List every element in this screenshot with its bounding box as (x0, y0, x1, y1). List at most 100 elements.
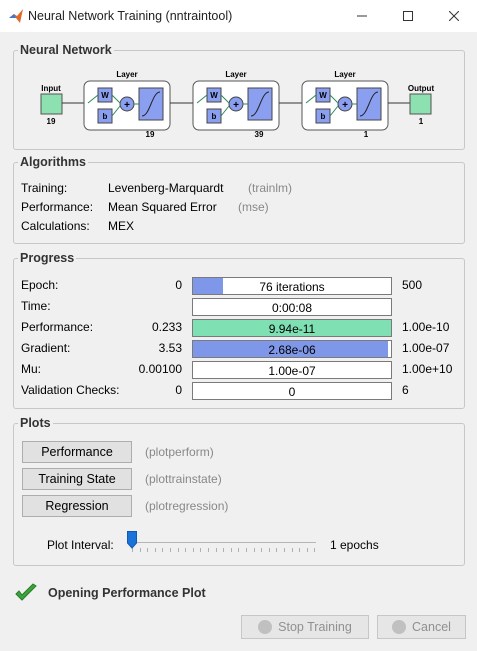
progress-end-value: 1.00e-10 (402, 320, 450, 334)
layer-3: Layer W b + 1 (301, 70, 389, 139)
slider-tick (154, 548, 156, 552)
stop-training-button[interactable]: Stop Training (241, 615, 369, 639)
layer-size: 1 (364, 130, 369, 139)
slider-tick (306, 548, 308, 552)
slider-tick (162, 548, 164, 552)
slider-tick (291, 548, 293, 552)
algorithm-fn: (mse) (238, 200, 269, 214)
cancel-button[interactable]: Cancel (377, 615, 466, 639)
slider-tick (253, 548, 255, 552)
plot-interval-value: 1 epochs (330, 538, 379, 552)
slider-tick (192, 548, 194, 552)
slider-tick (299, 548, 301, 552)
plot-regression-button[interactable]: Regression (22, 495, 132, 517)
algorithm-label: Performance: (21, 200, 94, 214)
algorithm-value: MEX (108, 219, 135, 233)
output-label: Output (408, 84, 435, 93)
slider-tick (208, 548, 209, 552)
slider-tick (246, 548, 247, 552)
layer-size: 19 (146, 130, 155, 139)
slider-tick (177, 548, 179, 552)
progress-bar-text: 0 (288, 385, 296, 399)
progress-bar-text: 2.68e-06 (268, 343, 316, 357)
layer-label: Layer (225, 70, 246, 79)
plot-interval-label: Plot Interval: (47, 538, 114, 552)
progress-bar-text: 9.94e-11 (268, 322, 316, 336)
progress-label: Gradient: (21, 341, 71, 355)
plot-performance-button[interactable]: Performance (22, 441, 132, 463)
progress-label: Time: (21, 299, 51, 313)
slider-tick (223, 548, 225, 552)
slider-tick (268, 548, 270, 552)
plot-fn: (plottrainstate) (145, 472, 222, 486)
progress-bar-text: 1.00e-07 (268, 364, 316, 378)
progress-label: Mu: (21, 362, 42, 376)
algorithm-value: Mean Squared Error (108, 200, 217, 214)
layer-size: 39 (255, 130, 264, 139)
progress-end-value: 500 (402, 278, 423, 292)
slider-tick (185, 548, 187, 552)
weight-label: W (319, 91, 327, 100)
plot-training-state-button[interactable]: Training State (22, 468, 132, 490)
output-node (409, 93, 432, 115)
layer-1: Layer W b + 19 (83, 70, 171, 139)
algorithm-fn: (trainlm) (248, 181, 292, 195)
bias-label: b (212, 112, 217, 121)
progress-bar: 1.00e-07 (192, 361, 392, 379)
progress-label: Performance: (21, 320, 94, 334)
bias-label: b (103, 112, 108, 121)
slider-tick (215, 548, 217, 552)
slider-thumb[interactable] (127, 531, 137, 549)
svg-text:+: + (342, 100, 348, 111)
cancel-label: Cancel (412, 620, 451, 634)
plot-interval-slider[interactable] (128, 542, 316, 547)
svg-text:+: + (233, 100, 239, 111)
slider-tick (276, 548, 278, 552)
progress-end-value: 6 (402, 383, 409, 397)
progress-label: Epoch: (21, 278, 59, 292)
progress-end-value: 1.00e+10 (402, 362, 453, 376)
slider-tick (147, 548, 149, 552)
stop-icon (258, 620, 273, 634)
progress-end-value: 1.00e-07 (402, 341, 450, 355)
cancel-icon (392, 620, 407, 634)
progress-label: Validation Checks: (21, 383, 120, 397)
slider-tick (170, 548, 171, 552)
progress-bar: 2.68e-06 (192, 340, 392, 358)
algorithm-value: Levenberg-Marquardt (108, 181, 224, 195)
network-diagram: Input 19 Layer W b + 19 Layer W b + 39 L… (40, 70, 435, 139)
weight-label: W (210, 91, 218, 100)
algorithm-label: Training: (21, 181, 68, 195)
output-size: 1 (419, 117, 424, 126)
progress-bar: 9.94e-11 (192, 319, 392, 337)
stop-training-label: Stop Training (278, 620, 352, 634)
slider-tick (139, 548, 141, 552)
status-text: Opening Performance Plot (48, 586, 206, 600)
progress-start-value: 0.233 (151, 320, 182, 334)
plot-fn: (plotperform) (145, 445, 214, 459)
progress-bar: 76 iterations (192, 277, 392, 295)
progress-start-value: 0 (175, 278, 182, 292)
layer-2: Layer W b + 39 (192, 70, 280, 139)
slider-tick (200, 548, 202, 552)
svg-text:+: + (124, 100, 130, 111)
bias-label: b (321, 112, 326, 121)
progress-bar-text: 76 iterations (259, 280, 325, 294)
progress-bar-text: 0:00:08 (271, 301, 313, 315)
progress-bar: 0:00:08 (192, 298, 392, 316)
panel-title-progress: Progress (18, 251, 77, 265)
progress-start-value: 0.00100 (138, 362, 182, 376)
panel-title-plots: Plots (18, 416, 53, 430)
slider-tick (230, 548, 232, 552)
progress-start-value: 0 (175, 383, 182, 397)
progress-start-value: 3.53 (158, 341, 182, 355)
slider-tick (261, 548, 263, 552)
progress-bar: 0 (192, 382, 392, 400)
input-size: 19 (47, 117, 56, 126)
algorithm-label: Calculations: (21, 219, 90, 233)
layer-label: Layer (334, 70, 355, 79)
input-label: Input (41, 84, 61, 93)
slider-tick (314, 548, 316, 552)
checkmark-icon (15, 583, 37, 601)
layer-label: Layer (116, 70, 137, 79)
